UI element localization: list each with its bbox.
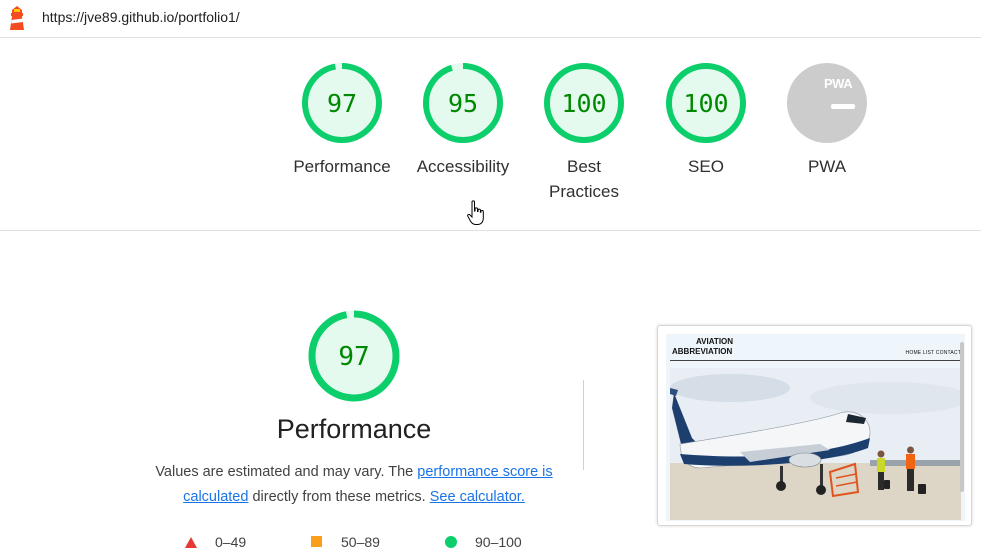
desc-text: Values are estimated and may vary. The — [155, 464, 418, 480]
lighthouse-icon — [10, 6, 24, 30]
gauge-label: PWA — [807, 157, 847, 176]
gauge-score: 100 — [683, 89, 728, 118]
url-bar: https://jve89.github.io/portfolio1/ — [0, 0, 981, 38]
legend-range: 90–100 — [475, 534, 522, 550]
gauge-label: Performance — [293, 157, 391, 176]
pwa-badge-icon — [787, 63, 867, 143]
gauge-ring: 97 — [302, 63, 382, 143]
legend-range: 50–89 — [341, 534, 380, 550]
see-calculator-link[interactable]: See calculator. — [430, 489, 525, 505]
site-nav: HOME LIST CONTACT — [905, 350, 961, 356]
gauge-ring: 100 — [666, 63, 746, 143]
performance-title: Performance — [276, 414, 432, 444]
final-screenshot[interactable]: AVIATION ABBREVIATION HOME LIST CONTACT — [657, 325, 972, 526]
gauge-performance[interactable]: 97 Performance — [287, 62, 397, 179]
airplane-photo — [670, 368, 961, 520]
gauge-ring: 95 — [423, 63, 503, 143]
screenshot-page: AVIATION ABBREVIATION HOME LIST CONTACT — [666, 334, 965, 521]
gauge-score: 100 — [561, 89, 606, 118]
gauge-pwa[interactable]: PWA PWA — [772, 62, 882, 179]
pwa-dash-icon — [831, 104, 855, 109]
pwa-badge-text: PWA — [824, 76, 853, 91]
performance-gauge: 97 — [308, 310, 400, 402]
triangle-icon — [185, 537, 197, 548]
gauge-label: SEO — [688, 157, 724, 176]
gauge-best-practices[interactable]: 100 Best Practices — [529, 62, 639, 204]
gauge-label: Accessibility — [416, 157, 510, 176]
desc-text: directly from these metrics. — [248, 489, 430, 505]
gauge-ring: 100 — [544, 63, 624, 143]
site-title-line: ABBREVIATION — [672, 347, 733, 356]
category-gauges: 97 Performance 95 Accessibility 100 Best… — [0, 62, 981, 212]
performance-description: Values are estimated and may vary. The p… — [150, 460, 558, 510]
gauge-label: Best Practices — [549, 157, 619, 201]
screenshot-scrollbar — [960, 342, 964, 492]
site-title: AVIATION ABBREVIATION — [672, 337, 733, 357]
gauge-score: 97 — [327, 89, 357, 118]
site-header-rule — [670, 360, 961, 361]
performance-score: 97 — [338, 342, 369, 372]
square-icon — [311, 536, 322, 547]
hand-pointer-icon — [467, 200, 484, 225]
gauge-accessibility[interactable]: 95 Accessibility — [408, 62, 518, 179]
vertical-divider — [583, 380, 584, 470]
airplane-image — [670, 368, 961, 520]
legend-range: 0–49 — [215, 534, 247, 550]
page-url[interactable]: https://jve89.github.io/portfolio1/ — [42, 9, 240, 25]
gauge-seo[interactable]: 100 SEO — [651, 62, 761, 179]
section-divider — [0, 230, 981, 231]
gauge-score: 95 — [448, 89, 478, 118]
circle-icon — [445, 536, 457, 548]
site-title-line: AVIATION — [696, 337, 734, 346]
